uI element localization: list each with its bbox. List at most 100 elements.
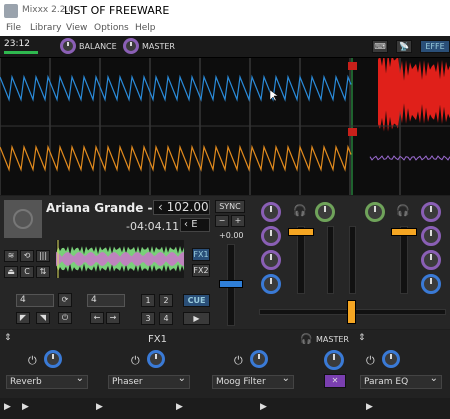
sampler-6-play-icon[interactable]: ▶ (366, 402, 373, 412)
effect1-select[interactable]: Reverb (6, 373, 88, 389)
deck2-eq-high-knob[interactable] (421, 226, 441, 246)
balance-label: BALANCE (79, 42, 117, 51)
menu-options[interactable]: Options (94, 23, 129, 33)
sampler-4-play-icon[interactable]: ▶ (176, 402, 183, 412)
clock: 23:12 (4, 39, 30, 49)
waveform-icon[interactable]: ≋ (4, 250, 18, 262)
sampler-3-play-icon[interactable]: ▶ (96, 402, 103, 412)
app-icon (4, 4, 18, 18)
fx-mix-knob[interactable] (324, 350, 344, 370)
deck1-eq-mid-knob[interactable] (261, 250, 281, 270)
crossfader-handle[interactable] (347, 300, 356, 324)
fx-master-headphone-icon[interactable]: 🎧 (300, 334, 312, 345)
play-button[interactable]: ▶ (183, 312, 210, 325)
title-bar: Mixxx 2.2.0 LIST OF FREEWARE (0, 0, 450, 22)
beatjump-size-spinbox[interactable]: 4 (87, 294, 125, 307)
master-label: MASTER (142, 42, 175, 51)
beatjump-back-icon[interactable]: ← (90, 312, 104, 324)
mini-waveform[interactable] (56, 240, 184, 278)
repeat-icon[interactable]: ⟲ (20, 250, 34, 262)
top-toolbar: 23:12 BALANCE MASTER ⌨ 📡 EFFE (0, 36, 450, 58)
fx1-assign-button[interactable]: FX1 (192, 248, 210, 261)
sampler-5-play-icon[interactable]: ▶ (260, 402, 267, 412)
reloop-icon[interactable]: ⏻ (58, 312, 72, 324)
eject-icon[interactable]: ⏏ (4, 266, 18, 278)
effect2-select[interactable]: Phaser (108, 373, 190, 389)
deck2-gain-knob[interactable] (421, 202, 441, 222)
deck2-headphone-icon[interactable]: 🎧 (396, 204, 410, 217)
time-remaining: -04:04.11 (126, 220, 180, 233)
effect1-power-icon[interactable]: ⏻ (28, 354, 37, 368)
beatjump-forward-icon[interactable]: → (106, 312, 120, 324)
deck2-filter-knob[interactable] (365, 202, 385, 222)
waveform-overview[interactable] (0, 52, 450, 195)
fx-master-label: MASTER (316, 335, 349, 344)
fx-unit-label: FX1 (148, 334, 167, 345)
sampler-row: ▶ ▶ ▶ ▶ ▶ ▶ (0, 398, 450, 419)
loop-in-icon[interactable]: ◤ (16, 312, 30, 324)
keyboard-icon[interactable]: ⌨ (372, 40, 388, 53)
bpm-value: 102.00 (166, 200, 209, 214)
loop-out-icon[interactable]: ◥ (36, 312, 50, 324)
menu-view[interactable]: View (66, 23, 87, 33)
eq-collapse-icon[interactable]: ⇕ (358, 333, 366, 343)
deck2-eq-mid-knob[interactable] (421, 250, 441, 270)
balance-knob[interactable] (60, 38, 76, 54)
cue-marker-top (348, 62, 357, 70)
effect3-power-icon[interactable]: ⏻ (234, 354, 243, 368)
cue-button[interactable]: CUE (183, 294, 210, 307)
effect3-select[interactable]: Moog Filter (212, 373, 294, 389)
menu-help[interactable]: Help (135, 23, 156, 33)
eq-effect-select[interactable]: Param EQ (360, 373, 442, 389)
deck2-volume-track[interactable] (400, 226, 408, 294)
eq-power-icon[interactable]: ⏻ (366, 354, 375, 368)
sync-button[interactable]: SYNC (215, 200, 245, 213)
hotcue-4-button[interactable]: 4 (159, 312, 173, 325)
rate-display: +0.00 (219, 231, 244, 240)
deck1-volume-fader[interactable] (288, 228, 314, 236)
menu-bar: File Library View Options Help (0, 22, 450, 36)
rate-plus-button[interactable]: + (231, 215, 245, 227)
deck2-eq-low-knob[interactable] (421, 274, 441, 294)
cue-loop-icon[interactable]: C (20, 266, 34, 278)
effect2-meta-knob[interactable] (147, 350, 165, 368)
deck1-eq-low-knob[interactable] (261, 274, 281, 294)
menu-file[interactable]: File (6, 23, 21, 33)
effect3-meta-knob[interactable] (250, 350, 268, 368)
hotcue-1-button[interactable]: 1 (141, 294, 155, 307)
bars-icon[interactable]: ||| (36, 250, 50, 262)
fx2-assign-button[interactable]: FX2 (192, 264, 210, 277)
eq-meta-knob[interactable] (382, 350, 400, 368)
hotcue-3-button[interactable]: 3 (141, 312, 155, 325)
effect2-power-icon[interactable]: ⏻ (131, 354, 140, 368)
loop-icon[interactable]: ⇅ (36, 266, 50, 278)
broadcast-icon[interactable]: 📡 (396, 40, 412, 53)
window-title: LIST OF FREEWARE (64, 4, 170, 17)
deck2-volume-fader[interactable] (391, 228, 417, 236)
sampler-1-play-icon[interactable]: ▶ (4, 402, 11, 412)
effects-toggle-button[interactable]: EFFE (420, 40, 450, 53)
track-title: Ariana Grande -... (46, 201, 167, 215)
waveform-svg[interactable] (0, 52, 450, 195)
hotcue-2-button[interactable]: 2 (159, 294, 173, 307)
deck1-headphone-icon[interactable]: 🎧 (293, 204, 307, 217)
loop-size-value: 4 (20, 295, 26, 305)
effect1-meta-knob[interactable] (44, 350, 62, 368)
menu-library[interactable]: Library (30, 23, 61, 33)
fx-super-icon[interactable]: ✕ (324, 374, 346, 388)
fx-collapse-icon[interactable]: ⇕ (4, 333, 12, 343)
deck1-eq-high-knob[interactable] (261, 226, 281, 246)
cpu-meter (4, 51, 38, 54)
rate-fader-handle[interactable] (219, 280, 243, 288)
sampler-2-play-icon[interactable]: ▶ (22, 402, 29, 412)
mixer: 🎧 🎧 (255, 196, 450, 329)
master-knob[interactable] (123, 38, 139, 54)
deck1-volume-track[interactable] (297, 226, 305, 294)
rate-minus-button[interactable]: − (215, 215, 229, 227)
loop-size-spinbox[interactable]: 4 (16, 294, 54, 307)
key-display[interactable]: ‹ E (180, 218, 210, 232)
deck1-gain-knob[interactable] (261, 202, 281, 222)
deck1-filter-knob[interactable] (315, 202, 335, 222)
loop-toggle-icon[interactable]: ⟳ (58, 293, 72, 307)
bpm-display[interactable]: ‹ 102.00 (153, 200, 210, 215)
